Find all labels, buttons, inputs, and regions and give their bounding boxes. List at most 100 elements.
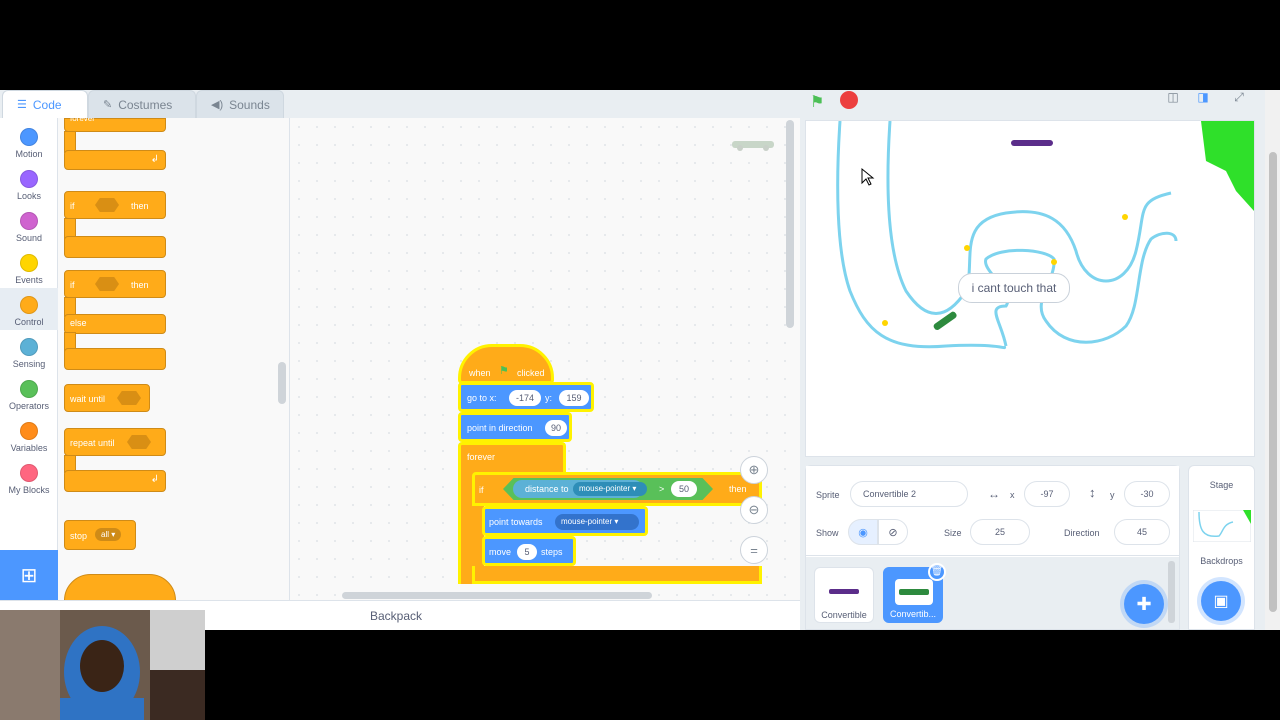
page-scrollbar[interactable]	[1265, 90, 1280, 630]
speaker-icon: ◀)	[211, 99, 224, 111]
if-else-foot	[64, 348, 166, 370]
looks-dot-icon	[20, 170, 38, 188]
palette-repeat-until-block[interactable]: repeat until	[64, 428, 166, 456]
stage-selector[interactable]: Stage Backdrops ▣	[1188, 465, 1255, 630]
small-stage-button[interactable]: ◫	[1162, 90, 1184, 108]
add-extension-button[interactable]: ⊞	[0, 550, 58, 600]
sprite-name-input[interactable]: Convertible 2	[850, 481, 968, 507]
choose-backdrop-button[interactable]: ▣	[1201, 581, 1241, 621]
webcam-person-image	[0, 610, 205, 720]
if-then-block[interactable]: if distance to mouse-pointer ▾ > 50 then	[472, 472, 762, 506]
zoom-out-icon: ⊖	[748, 502, 760, 517]
brush-icon: ✎	[103, 99, 113, 111]
category-variables[interactable]: Variables	[0, 414, 58, 456]
palette-scrollbar[interactable]	[278, 362, 286, 404]
fullscreen-button[interactable]: ⤢	[1228, 90, 1250, 108]
palette-if-then-block[interactable]: if then	[64, 191, 166, 219]
extension-icon: ⊞	[20, 564, 38, 587]
distance-target-dropdown[interactable]: mouse-pointer ▾	[573, 482, 647, 496]
workspace-horizontal-scrollbar[interactable]	[342, 592, 652, 599]
backdrops-label: Backdrops	[1200, 556, 1243, 566]
y-arrows-icon: ↕	[1089, 485, 1096, 500]
loop-arrow-icon: ↲	[150, 154, 159, 165]
loop-arrow-icon: ↲	[150, 474, 159, 485]
steps-input[interactable]: 5	[517, 544, 537, 560]
sprite-watermark-icon	[732, 141, 774, 151]
code-icon: ☰	[17, 99, 27, 111]
zoom-reset-button[interactable]: =	[740, 536, 768, 564]
condition-slot	[95, 277, 119, 291]
convertible-purple-thumbnail	[825, 578, 863, 604]
category-motion[interactable]: Motion	[0, 120, 58, 162]
stage-header: ⚑ ◫ ◨ ⤢	[800, 90, 1265, 118]
distance-threshold-input[interactable]: 50	[671, 481, 697, 497]
category-sound[interactable]: Sound	[0, 204, 58, 246]
category-my-blocks[interactable]: My Blocks	[0, 456, 58, 498]
condition-slot	[127, 435, 151, 449]
events-dot-icon	[20, 254, 38, 272]
category-sensing[interactable]: Sensing	[0, 330, 58, 372]
equals-icon: =	[750, 542, 758, 558]
large-stage-icon: ◨	[1197, 90, 1209, 104]
zoom-in-button[interactable]: ⊕	[740, 456, 768, 484]
delete-sprite-button[interactable]: 🗑	[928, 563, 946, 581]
point-target-dropdown[interactable]: mouse-pointer ▾	[555, 514, 639, 530]
palette-hat-block[interactable]	[64, 574, 176, 600]
category-control[interactable]: Control	[0, 288, 58, 330]
sound-dot-icon	[20, 212, 38, 230]
image-plus-icon: ▣	[1213, 593, 1229, 610]
code-workspace[interactable]: when ⚑ clicked go to x: -174 y: 159 poin…	[290, 118, 800, 600]
hide-sprite-button[interactable]: ⊘	[878, 519, 908, 545]
tab-costumes[interactable]: ✎ Costumes	[88, 90, 196, 118]
editor-tabs: ☰ Code ✎ Costumes ◀) Sounds	[0, 90, 800, 118]
direction-input[interactable]: 90	[545, 420, 567, 436]
y-input[interactable]: 159	[559, 390, 589, 406]
palette-if-else-block[interactable]: if then	[64, 270, 166, 298]
category-events[interactable]: Events	[0, 246, 58, 288]
else-section: else	[64, 314, 166, 334]
large-stage-button[interactable]: ◨	[1192, 90, 1214, 108]
speech-bubble: i cant touch that	[958, 273, 1070, 303]
stop-button[interactable]	[840, 91, 858, 109]
motion-dot-icon	[20, 128, 38, 146]
category-menu: Motion Looks Sound Events Control Sensin…	[0, 118, 58, 550]
tab-code[interactable]: ☰ Code	[2, 90, 88, 118]
x-input[interactable]: -174	[509, 390, 541, 406]
show-sprite-button[interactable]: ◉	[848, 519, 878, 545]
page-scrollbar-thumb[interactable]	[1269, 152, 1277, 612]
green-flag-icon: ⚑	[499, 365, 509, 377]
tab-sounds[interactable]: ◀) Sounds	[196, 90, 284, 118]
sprite-y-input[interactable]: -30	[1124, 481, 1170, 507]
sensing-dot-icon	[20, 338, 38, 356]
category-looks[interactable]: Looks	[0, 162, 58, 204]
stop-dropdown[interactable]: all ▾	[95, 528, 122, 541]
repeat-foot: ↲	[64, 470, 166, 492]
point-in-direction-block[interactable]: point in direction 90	[458, 412, 572, 442]
if-foot	[472, 566, 762, 584]
sprite-tile-convertible[interactable]: Convertible	[814, 567, 874, 623]
sprite-list-scrollbar[interactable]	[1168, 561, 1175, 623]
go-to-xy-block[interactable]: go to x: -174 y: 159	[458, 382, 594, 412]
sprite-direction-input[interactable]: 45	[1114, 519, 1170, 545]
fullscreen-icon: ⤢	[1234, 90, 1244, 104]
sprite-size-input[interactable]: 25	[970, 519, 1030, 545]
my-blocks-dot-icon	[20, 464, 38, 482]
stage-canvas[interactable]: i cant touch that	[805, 120, 1255, 457]
category-operators[interactable]: Operators	[0, 372, 58, 414]
palette-forever-block[interactable]: forever	[64, 118, 166, 132]
palette-stop-block[interactable]: stop all ▾	[64, 520, 136, 550]
workspace-vertical-scrollbar[interactable]	[786, 120, 794, 328]
move-steps-block[interactable]: move 5 steps	[482, 536, 576, 566]
trash-icon: 🗑	[930, 566, 944, 577]
green-flag-button[interactable]: ⚑	[810, 92, 828, 111]
convertible-green-thumbnail	[895, 579, 933, 605]
forever-block[interactable]: forever	[458, 442, 566, 476]
sprite-x-input[interactable]: -97	[1024, 481, 1070, 507]
stage-thumbnail	[1193, 510, 1251, 542]
forever-foot: ↲	[64, 150, 166, 170]
palette-wait-until-block[interactable]: wait until	[64, 384, 150, 412]
choose-sprite-button[interactable]: ✚	[1124, 584, 1164, 624]
when-flag-clicked-block[interactable]: when ⚑ clicked	[458, 344, 554, 384]
zoom-out-button[interactable]: ⊖	[740, 496, 768, 524]
point-towards-block[interactable]: point towards mouse-pointer ▾	[482, 506, 648, 536]
